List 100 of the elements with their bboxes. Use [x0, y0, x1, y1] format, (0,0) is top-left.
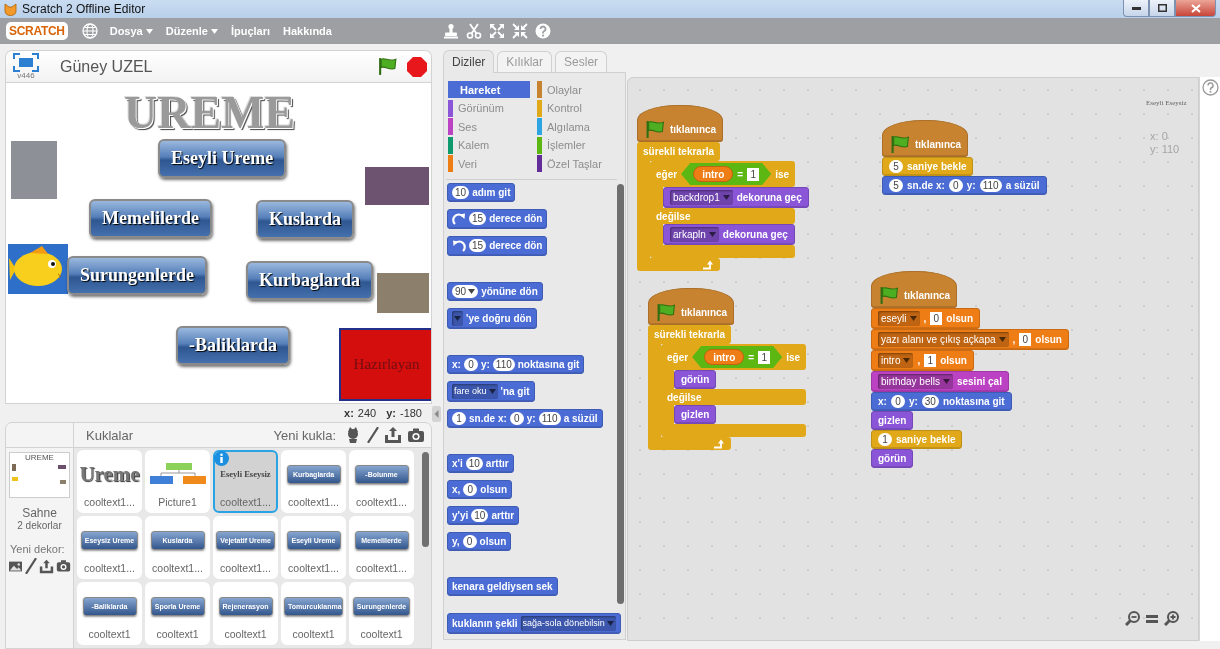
upload-icon[interactable]	[384, 426, 402, 444]
condition-block[interactable]: intro = 1	[681, 163, 772, 185]
code-block[interactable]: x, 0 olsun	[447, 479, 512, 499]
code-block[interactable]: gizlen	[674, 405, 717, 424]
number-input[interactable]: 0	[463, 482, 478, 496]
dropdown-menu[interactable]: fare oku	[452, 383, 498, 399]
number-input[interactable]: 110	[492, 357, 515, 371]
scrollbar[interactable]	[617, 183, 624, 604]
dropdown-menu[interactable]: yazı alanı ve çıkış açkapa	[878, 332, 1009, 347]
stage-button[interactable]: Kurbaglarda	[246, 261, 373, 300]
stage-button[interactable]: Memelilerde	[89, 199, 212, 238]
forever-block[interactable]: sürekli tekrarla eğer intro = 1 ise görün değilse gizlen	[648, 325, 807, 450]
code-block[interactable]: y, 0 olsun	[447, 531, 512, 551]
number-input[interactable]: 15	[469, 239, 487, 253]
condition-block[interactable]: intro = 1	[692, 346, 783, 368]
text-input[interactable]: 0	[930, 312, 943, 325]
code-block[interactable]: arkapln dekoruna geç	[663, 224, 795, 245]
text-input[interactable]: 1	[924, 354, 937, 367]
code-block[interactable]: 10 adım git	[447, 182, 516, 202]
code-block[interactable]: görün	[871, 449, 914, 468]
dropdown-menu[interactable]: eseyli	[878, 311, 920, 326]
code-block[interactable]: görün	[674, 370, 717, 389]
code-block[interactable]: 1 sn.de x: 0 y: 110 a süzül	[447, 408, 603, 428]
dropdown-menu[interactable]: intro	[878, 353, 914, 368]
if-else-block[interactable]: eğer intro = 1 ise backdrop1 dekoruna geç değilse arkapln dekoruna geç	[650, 161, 809, 258]
text-input[interactable]: 1	[758, 350, 771, 364]
code-block[interactable]: y'yi 10 arttır	[447, 505, 520, 525]
zoom-in-icon[interactable]	[1164, 611, 1179, 626]
number-input[interactable]: 0	[463, 357, 478, 371]
category-button[interactable]: Hareket	[448, 81, 530, 98]
dropdown-menu[interactable]: birthday bells	[878, 374, 953, 389]
code-block[interactable]: x'i 10 arttır	[447, 453, 514, 473]
code-block[interactable]: kuklanın şekli sağa-sola dönebilsin	[447, 612, 621, 634]
code-block[interactable]: x: 0 y: 30 noktasına git	[871, 392, 1012, 411]
close-button[interactable]	[1175, 0, 1216, 17]
camera-icon[interactable]	[407, 427, 425, 443]
number-input[interactable]: 110	[979, 179, 1002, 192]
number-input[interactable]: 10	[465, 456, 483, 470]
code-block[interactable]: x: 0 y: 110 noktasına git	[447, 354, 585, 374]
if-else-block[interactable]: eğer intro = 1 ise görün değilse gizlen	[661, 344, 807, 437]
stamp-icon[interactable]	[443, 23, 459, 39]
expand-arrows-icon[interactable]	[489, 23, 505, 39]
code-block[interactable]: kenara geldiysen sek	[447, 576, 558, 596]
brush-icon[interactable]	[367, 427, 379, 443]
code-block[interactable]: birthday bells sesini çal	[871, 371, 1009, 392]
number-input[interactable]: 10	[452, 185, 470, 199]
text-input[interactable]: 1	[747, 167, 760, 181]
number-input[interactable]: 10	[471, 508, 489, 522]
help-icon[interactable]	[1201, 79, 1219, 96]
upload-icon[interactable]	[39, 558, 54, 574]
code-block[interactable]: 5 saniye bekle	[882, 157, 974, 176]
code-block[interactable]: backdrop1 dekoruna geç	[663, 187, 809, 208]
code-block[interactable]: 1 saniye bekle	[871, 430, 963, 449]
help-icon[interactable]	[535, 23, 551, 39]
zoom-out-icon[interactable]	[1125, 611, 1140, 626]
number-input[interactable]: 1	[878, 433, 892, 446]
dropdown-menu[interactable]: sağa-sola dönebilsin	[520, 615, 616, 631]
tab[interactable]: Diziler	[443, 50, 495, 73]
number-input[interactable]: 0	[462, 534, 477, 548]
code-block[interactable]: intro , 1 olsun	[871, 350, 974, 371]
stage-button[interactable]: Eseyli Ureme	[158, 139, 287, 178]
stage-button[interactable]: Surungenlerde	[67, 256, 207, 295]
dropdown-menu[interactable]: backdrop1	[670, 190, 733, 205]
number-input[interactable]: 0	[509, 411, 524, 425]
sprite-tile[interactable]: Picture1	[145, 450, 210, 513]
code-block[interactable]: 15 derece dön	[447, 208, 548, 229]
code-block[interactable]: 5 sn.de x: 0 y: 110 a süzül	[882, 176, 1047, 195]
stop-icon[interactable]	[407, 56, 427, 77]
brush-icon[interactable]	[25, 558, 37, 574]
maximize-button[interactable]	[1149, 0, 1175, 17]
number-input[interactable]: 1	[452, 411, 466, 425]
text-input[interactable]: 0	[1019, 333, 1032, 346]
minimize-button[interactable]	[1123, 0, 1149, 17]
number-input[interactable]: 30	[921, 395, 939, 408]
sprite-tile[interactable]: Ureme cooltext1...	[77, 450, 142, 513]
stage-thumbnail[interactable]: UREME	[9, 452, 70, 498]
code-block[interactable]: eseyli , 0 olsun	[871, 308, 981, 329]
number-input[interactable]: 5	[889, 179, 903, 192]
scrollbar[interactable]	[422, 452, 429, 547]
flag-icon[interactable]	[377, 57, 398, 76]
picture-icon[interactable]	[8, 559, 23, 573]
fullscreen-icon[interactable]	[13, 53, 39, 72]
code-block[interactable]: gizlen	[871, 411, 914, 430]
number-dropdown[interactable]: 90	[452, 284, 479, 298]
code-block[interactable]: 15 derece dön	[447, 235, 548, 256]
equals-icon[interactable]	[1146, 613, 1158, 624]
code-block[interactable]: 90 yönüne dön	[447, 281, 543, 301]
stage-button[interactable]: -Baliklarda	[176, 326, 290, 365]
globe-icon[interactable]	[81, 23, 98, 39]
dropdown-menu[interactable]: arkapln	[670, 227, 719, 242]
info-icon[interactable]	[214, 451, 229, 466]
number-input[interactable]: 15	[469, 212, 487, 226]
sprite-tile[interactable]: Eseyli Eseysiz cooltext1...	[213, 450, 278, 513]
number-input[interactable]: 0	[890, 395, 905, 408]
code-block[interactable]: fare oku 'na git	[447, 380, 535, 402]
shrink-arrows-icon[interactable]	[512, 23, 528, 39]
number-input[interactable]: 0	[948, 179, 963, 192]
number-input[interactable]: 5	[889, 160, 903, 173]
camera-icon[interactable]	[56, 559, 71, 573]
code-block[interactable]: 'ye doğru dön	[447, 307, 537, 329]
